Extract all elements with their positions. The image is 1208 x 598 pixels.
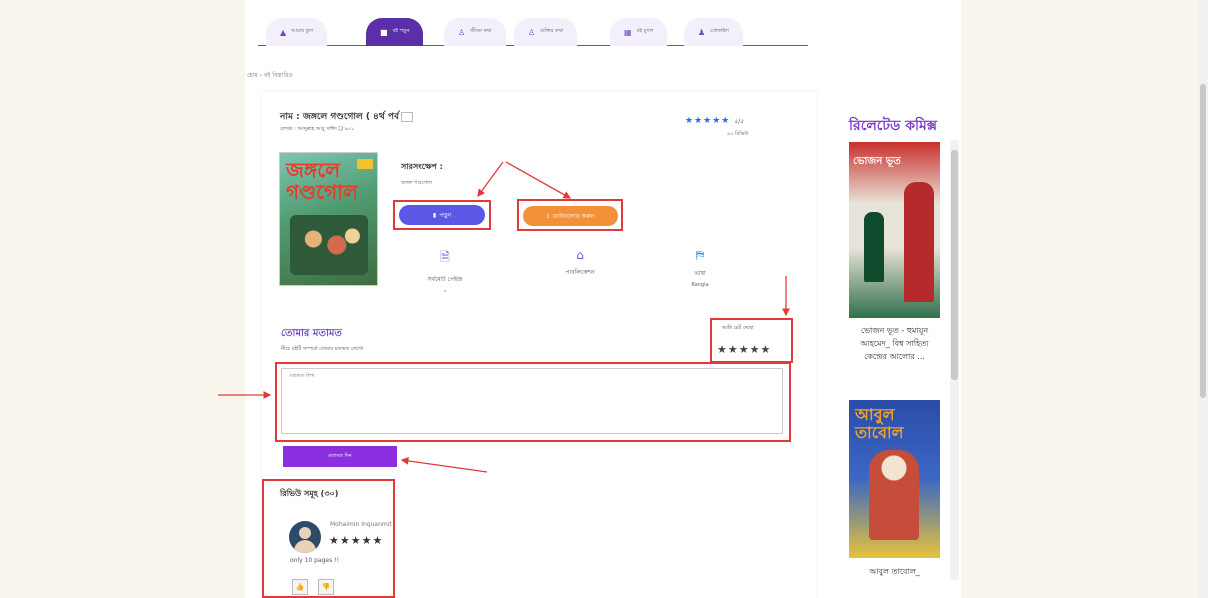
rating-score: ৫/৫ xyxy=(734,118,745,125)
related-comic-title[interactable]: আবুল তাবোল_ xyxy=(849,566,940,579)
feedback-title: তোমার মতামত xyxy=(281,328,342,339)
tab-book-pair-label: বই যুগল xyxy=(636,28,654,34)
related-scrollbar-thumb[interactable] xyxy=(951,150,958,380)
tab-read-books-label: বই পড়ুন xyxy=(392,28,410,34)
related-cover-title: ভোজন ভূত xyxy=(853,156,901,167)
book-cover-image: জঙ্গলে গণ্ডগোল xyxy=(279,152,378,286)
info-publication-label: পাবলিকেশন xyxy=(565,269,595,276)
info-publication: ⌂ পাবলিকেশন xyxy=(548,248,612,278)
tab-personal-story-label: ব্যক্তির কথা xyxy=(540,28,564,34)
info-total-pages: 🗎 সর্বমোট পেইজ ০ xyxy=(415,248,475,296)
cover-badge xyxy=(357,159,373,169)
publisher-icon: ⌂ xyxy=(576,248,584,262)
cover-illustration xyxy=(290,215,368,275)
book-title: নাম : জঙ্গলে গণ্ডগোল ( ৪র্থ পর্ব xyxy=(280,109,413,124)
tab-read-books[interactable]: ■ বই পড়ুন xyxy=(366,18,424,46)
tab-profile-label: প্রোফাইল xyxy=(710,28,729,34)
document-icon: 🗎 xyxy=(440,250,450,264)
cover-figure xyxy=(904,182,934,302)
info-language-value: Bangla xyxy=(691,282,709,288)
annotation-box-comment xyxy=(275,362,791,442)
tab-personal-story[interactable]: ♙ ব্যক্তির কথা xyxy=(514,18,578,46)
book-rating: ★★★★★ ৫/৫ xyxy=(685,116,744,127)
grid-icon: ▦ xyxy=(624,27,632,37)
breadcrumb[interactable]: হোম › বই বিস্তারিত xyxy=(247,70,293,81)
annotation-box-download xyxy=(517,199,623,231)
annotation-box-read xyxy=(393,200,491,230)
cover-figure xyxy=(864,212,884,282)
tab-profile[interactable]: ♟ প্রোফাইল xyxy=(684,18,743,46)
summary-label: সারসংক্ষেপ : xyxy=(401,162,443,171)
user-icon: ♙ xyxy=(458,27,466,37)
home-icon: ▲ xyxy=(280,27,287,37)
book-writer[interactable]: লেখক : আব্দুল্লাহ আবু সাঈদ ❏ ৯০১ xyxy=(280,126,354,134)
main-nav: ▲ আমার ঝুল ■ বই পড়ুন ♙ জীবন কথা ♙ ব্যক্… xyxy=(258,12,808,46)
tab-biography[interactable]: ♙ জীবন কথা xyxy=(444,18,506,46)
page-scrollbar-thumb[interactable] xyxy=(1200,84,1206,398)
review-count: ৯০ রিভিউ xyxy=(727,131,749,137)
annotation-box-reviews xyxy=(262,479,395,598)
annotation-box-rating xyxy=(710,318,793,363)
language-icon: ⛿ xyxy=(695,248,705,262)
book-icon: ■ xyxy=(380,27,388,37)
related-scrollbar[interactable] xyxy=(950,140,959,580)
summary-text: জঙ্গল গণ্ডগোল xyxy=(401,180,433,186)
info-language: ⛿ ভাষা Bangla xyxy=(680,248,720,288)
tab-home[interactable]: ▲ আমার ঝুল xyxy=(266,18,328,46)
related-comic-cover[interactable]: ভোজন ভূত xyxy=(849,142,940,318)
info-language-label: ভাষা xyxy=(694,270,706,277)
rating-stars-icon: ★★★★★ xyxy=(685,116,731,126)
related-title: রিলেটেড কমিক্স xyxy=(849,118,938,134)
related-comic-title[interactable]: ভোজন ভূত - হুমায়ূন আহমেদ_ বিশ্ব সাহিত্য… xyxy=(849,324,940,363)
tab-book-pair[interactable]: ▦ বই যুগল xyxy=(610,18,668,46)
submit-feedback-button[interactable]: মতামত দিন xyxy=(283,446,397,467)
tab-home-label: আমার ঝুল xyxy=(291,28,314,34)
cover-figure xyxy=(869,450,919,540)
user-icon: ♙ xyxy=(528,27,536,37)
related-cover-title: আবুল তাবোল xyxy=(855,405,904,442)
tab-biography-label: জীবন কথা xyxy=(470,28,492,34)
related-comic-cover[interactable]: আবুল তাবোল xyxy=(849,400,940,558)
person-icon: ♟ xyxy=(698,27,706,37)
feedback-hint: নীচে বইটি সম্পর্কে তোমার মতামত লেখো xyxy=(281,346,364,352)
book-title-text: নাম : জঙ্গলে গণ্ডগোল ( ৪র্থ পর্ব xyxy=(280,112,399,122)
title-box-glyph xyxy=(400,111,413,122)
info-total-pages-value: ০ xyxy=(443,288,447,294)
page-scrollbar[interactable] xyxy=(1198,0,1208,598)
info-total-pages-label: সর্বমোট পেইজ xyxy=(427,276,463,283)
